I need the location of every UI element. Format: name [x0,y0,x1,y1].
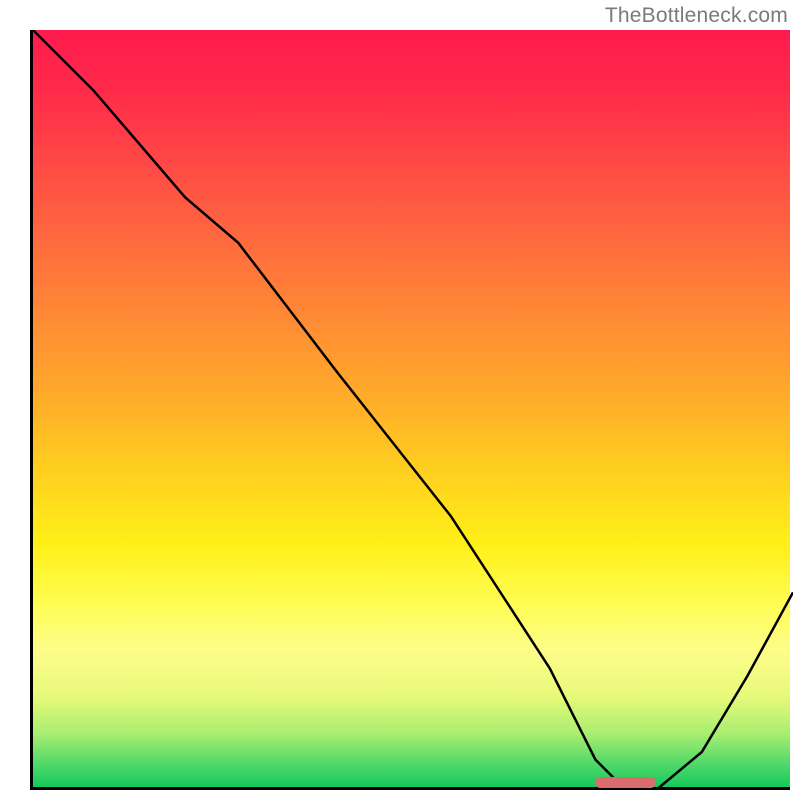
chart-plot-area [30,30,790,790]
watermark-text: TheBottleneck.com [605,4,788,28]
chart-curve [33,30,793,790]
optimum-marker [595,777,656,788]
curve-path [33,30,793,790]
